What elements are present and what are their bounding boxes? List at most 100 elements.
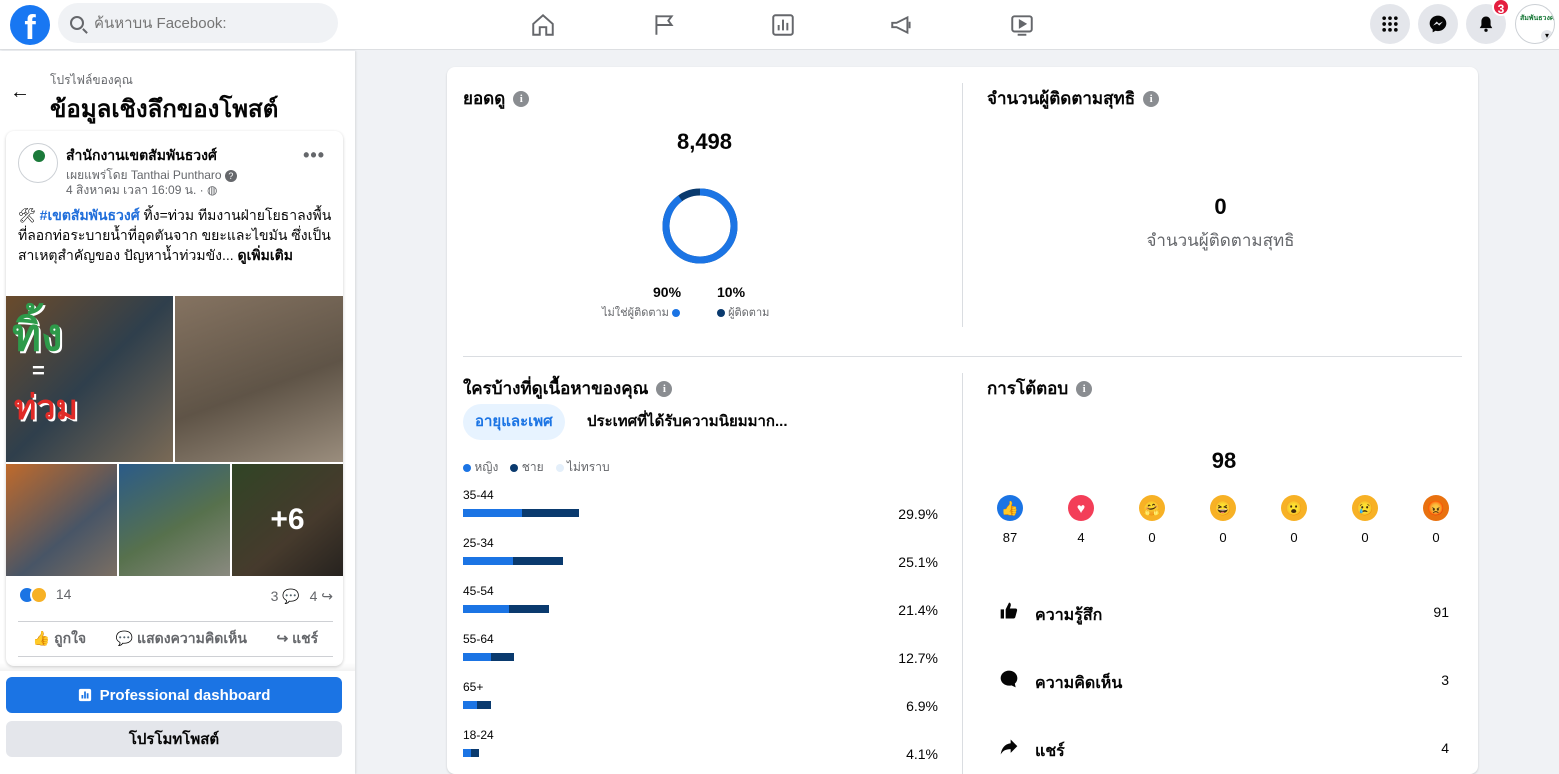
- views-title: ยอดดู: [463, 89, 506, 108]
- share-button[interactable]: ↪ แชร์: [277, 628, 319, 650]
- male-bar-segment: [471, 749, 480, 757]
- post-photo[interactable]: ทิ้ง = ท่วม: [6, 296, 173, 462]
- non-followers-legend: ไม่ใช่ผู้ติดตาม: [602, 303, 680, 321]
- male-bar-segment: [513, 557, 564, 565]
- left-panel: ← โปรไฟล์ของคุณ ข้อมูลเชิงลึกของโพสต์ สำ…: [0, 51, 355, 774]
- search-input[interactable]: [94, 14, 314, 32]
- like-label: ถูกใจ: [54, 630, 87, 646]
- followers-legend: ผู้ติดตาม: [717, 303, 769, 321]
- unknown-dot: [555, 463, 564, 472]
- divider: [962, 373, 963, 774]
- post-date: 4 สิงหาคม เวลา 16:09 น. · ◍: [66, 181, 217, 200]
- comment-label: แสดงความคิดเห็น: [137, 630, 247, 646]
- reactions-count[interactable]: 14: [56, 586, 72, 602]
- info-icon[interactable]: i: [1143, 90, 1160, 107]
- post-photo-grid: ทิ้ง = ท่วม +6: [6, 296, 343, 576]
- interactions-section-title: การโต้ตอบ i: [987, 375, 1093, 402]
- age-percent: 25.1%: [898, 554, 938, 570]
- account-avatar[interactable]: สัมพันธวงศ์ ▾: [1515, 4, 1555, 44]
- comments-count[interactable]: 3: [271, 588, 279, 604]
- top-navigation-bar: f 3 สัมพันธวงศ์ ▾: [0, 0, 1559, 50]
- interactions-title: การโต้ตอบ: [987, 379, 1069, 398]
- legend-male: ชาย: [510, 458, 544, 477]
- post-text: 🛠 #เขตสัมพันธวงศ์ ทิ้ง=ท่วม ทีมงานฝ่ายโย…: [18, 205, 333, 265]
- professional-dashboard-button[interactable]: Professional dashboard: [6, 677, 342, 713]
- legend-unknown-label: ไม่ทราบ: [566, 460, 610, 474]
- engagement-row-shares: แชร์ 4: [999, 735, 1449, 765]
- care-reaction-icon: [30, 586, 48, 605]
- haha-reaction-icon[interactable]: 😆: [1210, 495, 1236, 521]
- tab-age-gender[interactable]: อายุและเพศ: [463, 404, 565, 440]
- facebook-logo-icon[interactable]: f: [10, 5, 50, 45]
- engagement-value: 91: [1433, 604, 1449, 620]
- comment-button[interactable]: 💬 แสดงความคิดเห็น: [116, 628, 247, 650]
- see-more-link[interactable]: ดูเพิ่มเติม: [238, 247, 293, 263]
- post-photo[interactable]: +6: [232, 464, 343, 576]
- love-reaction-icon[interactable]: ♥: [1068, 495, 1094, 521]
- more-options-icon[interactable]: •••: [303, 145, 325, 166]
- promote-post-button[interactable]: โปรโมทโพสต์: [6, 721, 342, 757]
- ads-megaphone-icon[interactable]: [885, 8, 919, 42]
- sad-reaction-icon[interactable]: 😢: [1352, 495, 1378, 521]
- chevron-down-icon: ▾: [1541, 30, 1553, 42]
- wow-reaction-icon[interactable]: 😮: [1281, 495, 1307, 521]
- breadcrumb: โปรไฟล์ของคุณ: [50, 73, 133, 87]
- insights-chart-icon[interactable]: [766, 8, 800, 42]
- video-icon[interactable]: [1005, 8, 1039, 42]
- age-row: 25-34 25.1%: [463, 536, 938, 584]
- followers-label: ผู้ติดตาม: [728, 307, 770, 319]
- care-reaction-icon[interactable]: 🤗: [1139, 495, 1165, 521]
- search-box[interactable]: [58, 3, 338, 43]
- net-followers-value: 0: [1214, 194, 1227, 219]
- post-stats: 14 3 💬 4 ↪: [18, 586, 333, 610]
- like-button[interactable]: 👍 ถูกใจ: [33, 628, 86, 650]
- hashtag-link[interactable]: #เขตสัมพันธวงศ์: [40, 207, 140, 223]
- age-label: 18-24: [463, 728, 494, 742]
- age-bar: [463, 509, 579, 517]
- info-icon[interactable]: i: [513, 90, 530, 107]
- help-icon[interactable]: ?: [224, 170, 237, 182]
- post-actions: 👍 ถูกใจ 💬 แสดงความคิดเห็น ↪ แชร์: [18, 621, 333, 657]
- tools-icon: 🛠: [18, 207, 40, 223]
- back-arrow-icon[interactable]: ←: [10, 81, 30, 104]
- age-percent: 4.1%: [906, 746, 938, 762]
- divider: [463, 356, 1462, 357]
- messenger-icon[interactable]: [1418, 4, 1458, 44]
- angry-reaction-icon[interactable]: 😡: [1423, 495, 1449, 521]
- haha-reaction-count: 0: [1219, 530, 1227, 545]
- post-photo[interactable]: [119, 464, 230, 576]
- tab-top-countries[interactable]: ประเทศที่ได้รับความนิยมมาก...: [587, 404, 788, 440]
- age-percent: 29.9%: [898, 506, 938, 522]
- post-date-text: 4 สิงหาคม เวลา 16:09 น. ·: [66, 183, 204, 197]
- age-label: 45-54: [463, 584, 494, 598]
- notifications-bell-icon[interactable]: 3: [1466, 0, 1510, 44]
- net-followers-label: จำนวนผู้ติดตามสุทธิ: [1146, 231, 1295, 250]
- info-icon[interactable]: i: [656, 380, 673, 397]
- like-reaction-count: 87: [1002, 530, 1018, 545]
- wow-reaction-count: 0: [1290, 530, 1298, 545]
- male-dot: [510, 463, 519, 472]
- avatar-label: สัมพันธวงศ์: [1520, 15, 1555, 22]
- like-reaction-icon[interactable]: 👍: [997, 495, 1023, 521]
- care-reaction-count: 0: [1148, 530, 1156, 545]
- female-bar-segment: [463, 653, 492, 661]
- pages-flag-icon[interactable]: [647, 8, 681, 42]
- info-icon[interactable]: i: [1076, 380, 1093, 397]
- more-photos-overlay[interactable]: +6: [232, 464, 343, 576]
- shares-count[interactable]: 4: [310, 588, 318, 604]
- photo-caption-bottom: ท่วม: [14, 389, 78, 427]
- net-followers-section-title: จำนวนผู้ติดตามสุทธิ i: [987, 85, 1160, 112]
- promote-post-label: โปรโมทโพสต์: [128, 731, 220, 748]
- non-followers-label: ไม่ใช่ผู้ติดตาม: [602, 307, 669, 319]
- menu-grid-icon[interactable]: [1370, 4, 1410, 44]
- post-photo[interactable]: [6, 464, 117, 576]
- page-name[interactable]: สำนักงานเขตสัมพันธวงศ์: [66, 145, 217, 167]
- home-icon[interactable]: [526, 8, 560, 42]
- views-donut-chart: [662, 188, 738, 264]
- legend-unknown: ไม่ทราบ: [555, 458, 610, 477]
- dashboard-chart-icon: [78, 688, 91, 702]
- published-by-text: เผยแพร่โดย Tanthai Puntharo: [66, 168, 222, 182]
- age-bar: [463, 701, 491, 709]
- page-avatar[interactable]: [18, 143, 58, 183]
- post-photo[interactable]: [175, 296, 343, 462]
